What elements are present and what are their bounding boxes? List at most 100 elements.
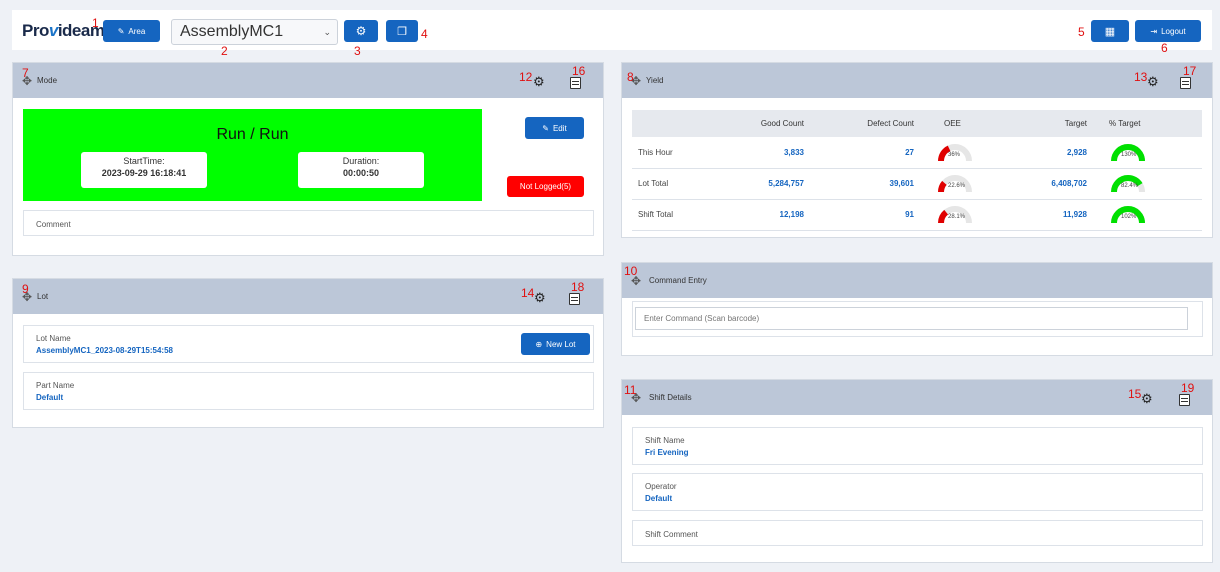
good-count: 5,284,757 [702,168,814,200]
lot-panel-header: ✥ 9 Lot 14 ⚙ 18 [13,279,603,314]
start-time-value: 2023-09-29 16:18:41 [101,168,187,178]
gauge: 130% [1111,143,1145,162]
new-lot-button[interactable]: ⊕ New Lot [521,333,590,355]
gear-icon[interactable]: ⚙ [533,74,545,90]
target-count: 2,928 [994,137,1097,169]
marker-2: 2 [221,44,228,58]
command-panel-header: ✥ 10 Command Entry [622,263,1212,298]
shift-panel-header: ✥ 11 Shift Details 15 ⚙ 19 [622,380,1212,415]
shift-name-value: Fri Evening [645,448,689,457]
machine-select[interactable]: AssemblyMC1 ⌄ [171,19,338,45]
gauge-value: 22.6% [948,183,966,189]
operator-value: Default [645,494,673,503]
col-good-count: Good Count [702,110,814,137]
marker-17: 17 [1183,64,1197,78]
gauge-value: 130% [1121,151,1137,158]
calendar-icon[interactable] [569,293,580,305]
mode-status-block: Run / Run StartTime: 2023-09-29 16:18:41… [23,109,482,201]
col-oee: OEE [924,110,994,137]
part-name-field: Part Name Default [23,372,594,410]
not-logged-button[interactable]: Not Logged(5) [507,176,584,197]
oee-cell: 22.6% [924,168,994,200]
dashboard-button[interactable]: ▦ [1091,20,1129,42]
pct-target-cell: 130% [1097,137,1202,169]
mode-panel-header: ✥ 7 Mode 12 ⚙ 16 [13,63,603,98]
row-label: Shift Total [632,199,702,231]
row-label: This Hour [632,137,702,169]
shift-title: Shift Details [649,393,692,402]
area-button[interactable]: ✎ Area [103,20,160,42]
settings-button[interactable]: ⚙ [344,20,378,42]
marker-9: 9 [22,282,29,296]
marker-1: 1 [92,16,99,30]
marker-8: 8 [627,70,634,84]
gear-icon[interactable]: ⚙ [1141,391,1153,407]
calendar-icon[interactable] [1180,77,1191,89]
good-count: 12,198 [702,199,814,231]
marker-14: 14 [521,286,535,300]
edit-icon: ✎ [542,123,549,133]
comment-box[interactable]: Comment [23,210,594,236]
col-target: Target [994,110,1097,137]
command-panel: ✥ 10 Command Entry [621,262,1213,356]
defect-count: 39,601 [814,168,924,200]
gear-icon[interactable]: ⚙ [1147,74,1159,90]
mode-state: Run / Run [216,126,289,143]
marker-10: 10 [624,264,638,278]
gear-icon: ⚙ [355,24,367,38]
marker-6: 6 [1161,41,1168,55]
shift-name-field: Shift Name Fri Evening [632,427,1203,465]
edit-mode-button[interactable]: ✎ Edit [525,117,584,139]
marker-13: 13 [1134,70,1148,84]
marker-11: 11 [624,383,637,397]
target-count: 11,928 [994,199,1097,231]
pct-target-cell: 82.4% [1097,168,1202,200]
yield-panel-header: ✥ 8 Yield 13 ⚙ 17 [622,63,1212,98]
yield-title: Yield [646,76,664,85]
gauge-value: 82.4% [1121,183,1139,189]
command-container [632,301,1203,337]
gauge-value: 28.1% [948,214,966,220]
good-count: 3,833 [702,137,814,169]
lot-name-value: AssemblyMC1_2023-08-29T15:54:58 [36,346,173,355]
yield-table: Good Count Defect Count OEE Target % Tar… [632,110,1202,231]
target-count: 6,408,702 [994,168,1097,200]
oee-cell: 28.1% [924,199,994,231]
edit-icon: ✎ [117,26,125,36]
marker-15: 15 [1128,387,1142,401]
gauge-value: 102% [1121,214,1137,220]
mode-panel: ✥ 7 Mode 12 ⚙ 16 Run / Run StartTime: 20… [12,62,604,256]
yield-row: This Hour 3,833 27 36% 2,928 130% [632,137,1202,169]
shift-panel: ✥ 11 Shift Details 15 ⚙ 19 Shift Name Fr… [621,379,1213,563]
duration-box: Duration: 00:00:50 [298,152,424,188]
row-label: Lot Total [632,168,702,200]
defect-count: 91 [814,199,924,231]
copy-button[interactable]: ❐ [386,20,418,42]
marker-19: 19 [1181,381,1195,395]
command-input[interactable] [635,307,1188,330]
gauge-value: 36% [948,151,961,158]
copy-icon: ❐ [397,25,407,38]
oee-cell: 36% [924,137,994,169]
yield-row: Lot Total 5,284,757 39,601 22.6% 6,408,702 82… [632,168,1202,200]
calendar-icon[interactable] [570,77,581,89]
lot-name-field: Lot Name AssemblyMC1_2023-08-29T15:54:58… [23,325,594,363]
gauge: 28.1% [938,206,972,224]
yield-row: Shift Total 12,198 91 28.1% 11,928 102% [632,199,1202,231]
mode-title: Mode [37,76,58,85]
plus-circle-icon: ⊕ [535,339,543,349]
logout-icon: ⇥ [1150,26,1158,36]
marker-7: 7 [22,66,29,80]
gear-icon[interactable]: ⚙ [534,290,546,306]
shift-comment-box[interactable]: Shift Comment [632,520,1203,546]
duration-label: Duration: [342,156,380,166]
gauge: 102% [1111,206,1145,224]
calendar-icon[interactable] [1179,394,1190,406]
logout-button[interactable]: ⇥ Logout [1135,20,1201,42]
yield-header-row: Good Count Defect Count OEE Target % Tar… [632,110,1202,137]
marker-3: 3 [354,44,361,58]
gauge: 82.4% [1111,175,1145,193]
col-defect-count: Defect Count [814,110,924,137]
defect-count: 27 [814,137,924,169]
col-pct-target: % Target [1097,110,1202,137]
